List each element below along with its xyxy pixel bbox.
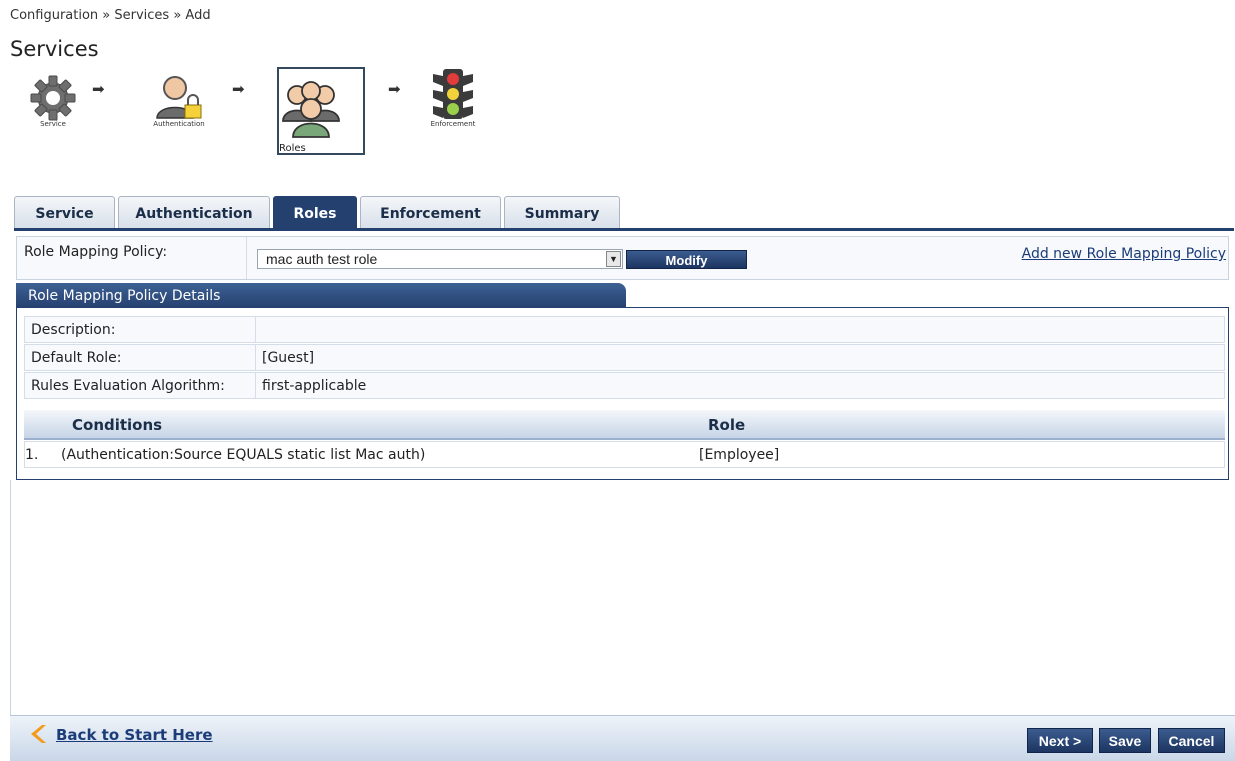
column-header-role[interactable]: Role [708,416,745,434]
detail-row-description: Description: [24,316,1225,343]
details-panel: Description: Default Role: [Guest] Rules… [16,307,1229,480]
content-border [10,480,11,716]
step-arrow-icon: ➡ [92,80,105,98]
tab-bar: Service Authentication Roles Enforcement… [14,196,1234,231]
traffic-light-icon [433,69,473,119]
modify-button[interactable]: Modify [626,250,747,269]
wizard-step-roles[interactable]: Roles [277,67,365,155]
step-arrow-icon: ➡ [388,80,401,98]
divider [246,237,247,279]
row-role: [Employee] [699,447,780,463]
cancel-button[interactable]: Cancel [1158,728,1225,753]
tab-roles[interactable]: Roles [273,196,357,228]
tab-service[interactable]: Service [14,196,115,228]
details-section-title: Role Mapping Policy Details [16,283,626,308]
detail-row-default-role: Default Role: [Guest] [24,344,1225,371]
rules-table-header: Conditions Role [24,410,1225,440]
next-button[interactable]: Next > [1027,728,1093,753]
table-row[interactable]: 1. (Authentication:Source EQUALS static … [24,441,1225,468]
wizard-step-label: Authentication [153,120,205,128]
role-mapping-policy-select[interactable]: mac auth test role ▼ [257,249,623,269]
page-title: Services [10,37,99,61]
row-condition: (Authentication:Source EQUALS static lis… [61,447,426,463]
wizard-steps: Service ➡ Authentication ➡ Roles ➡ Enfor… [18,66,578,162]
back-to-start-link[interactable]: Back to Start Here [56,726,213,744]
breadcrumb: Configuration » Services » Add [10,8,211,23]
detail-key: Description: [31,322,116,338]
gear-icon [30,75,76,121]
role-mapping-policy-row: Role Mapping Policy: mac auth test role … [16,236,1229,280]
detail-key: Default Role: [31,350,122,366]
back-arrow-icon[interactable] [28,724,50,744]
wizard-step-service[interactable]: Service [18,66,88,136]
wizard-step-enforcement[interactable]: Enforcement [418,66,488,136]
column-header-conditions[interactable]: Conditions [72,416,162,434]
tab-enforcement[interactable]: Enforcement [360,196,501,228]
detail-value: [Guest] [262,350,315,366]
footer-bar: Back to Start Here Next > Save Cancel [10,715,1235,761]
select-value: mac auth test role [266,251,378,267]
wizard-step-label: Service [40,120,66,128]
wizard-step-authentication[interactable]: Authentication [134,66,224,136]
save-button[interactable]: Save [1099,728,1151,753]
group-icon [282,81,340,138]
detail-value: first-applicable [262,378,367,394]
add-new-role-mapping-policy-link[interactable]: Add new Role Mapping Policy [1022,246,1226,262]
chevron-down-icon[interactable]: ▼ [606,251,621,267]
detail-row-rules-evaluation-algorithm: Rules Evaluation Algorithm: first-applic… [24,372,1225,399]
user-lock-icon [156,76,202,119]
wizard-step-label: Enforcement [430,120,476,128]
tab-summary[interactable]: Summary [504,196,620,228]
detail-key: Rules Evaluation Algorithm: [31,378,225,394]
row-number: 1. [25,447,39,463]
divider [255,317,256,342]
wizard-step-label: Roles [279,143,306,154]
tab-authentication[interactable]: Authentication [118,196,270,228]
divider [255,345,256,370]
role-mapping-policy-label: Role Mapping Policy: [24,244,168,260]
divider [255,373,256,398]
step-arrow-icon: ➡ [232,80,245,98]
